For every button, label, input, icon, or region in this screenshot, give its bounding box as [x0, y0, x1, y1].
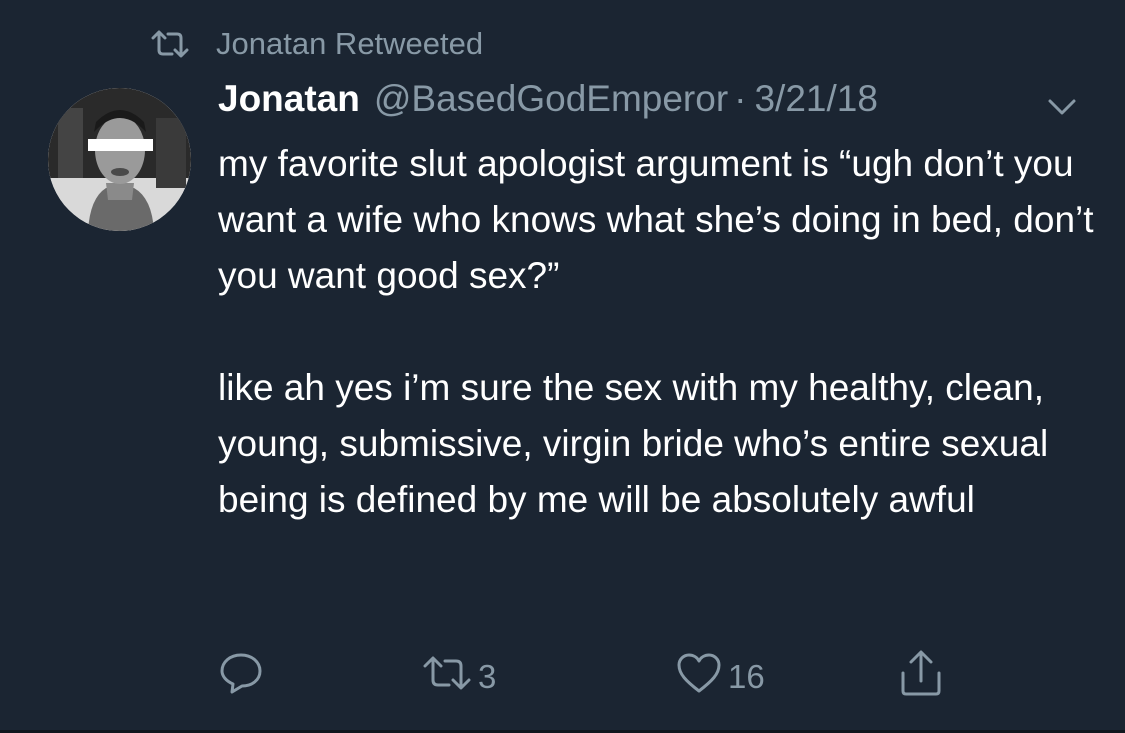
retweet-button[interactable]: 3 — [422, 650, 496, 704]
retweet-icon — [150, 27, 196, 61]
tweet-card[interactable]: Jonatan Retweeted Jonatan @BasedGodEmper… — [0, 0, 1125, 733]
chevron-down-icon[interactable] — [1040, 92, 1084, 122]
tweet-paragraph: like ah yes i’m sure the sex with my hea… — [218, 367, 1049, 520]
avatar[interactable] — [48, 88, 191, 231]
share-icon — [898, 649, 944, 705]
retweet-icon — [422, 656, 472, 698]
tweet-paragraph: my favorite slut apologist argument is “… — [218, 143, 1094, 296]
tweet-actions: 3 16 — [218, 650, 1078, 704]
separator-dot: · — [734, 78, 747, 119]
reply-button[interactable] — [218, 650, 264, 704]
display-name[interactable]: Jonatan — [218, 78, 360, 120]
like-button[interactable]: 16 — [676, 650, 765, 704]
heart-icon — [676, 652, 722, 702]
like-count: 16 — [728, 658, 765, 695]
tweet-header: Jonatan @BasedGodEmperor · 3/21/18 — [218, 78, 878, 132]
user-handle[interactable]: @BasedGodEmperor — [374, 78, 728, 120]
retweet-count: 3 — [478, 658, 497, 695]
retweet-context-label: Jonatan Retweeted — [216, 26, 484, 61]
tweet-text: my favorite slut apologist argument is “… — [218, 136, 1098, 528]
share-button[interactable] — [898, 650, 944, 704]
reply-icon — [218, 651, 264, 703]
retweet-context: Jonatan Retweeted — [150, 22, 483, 66]
tweet-date[interactable]: 3/21/18 — [754, 78, 877, 120]
